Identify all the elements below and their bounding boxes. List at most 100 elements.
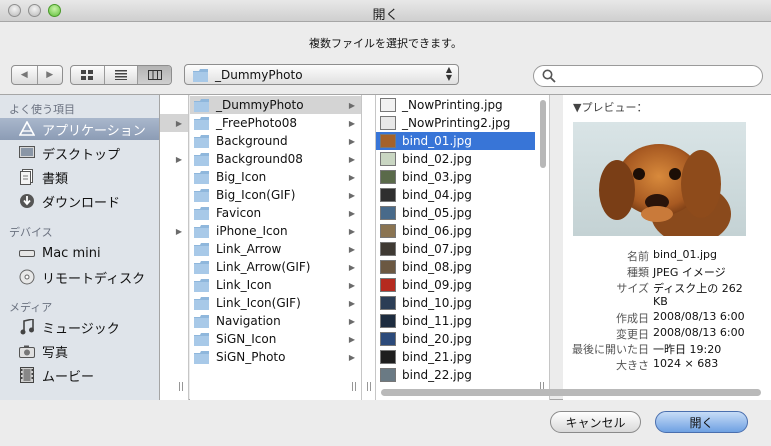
sidebar-item-downloads[interactable]: ダウンロード <box>0 190 159 212</box>
applications-icon <box>18 121 36 137</box>
meta-key: サイズ <box>616 282 649 295</box>
folder-row[interactable]: Big_Icon ▶ <box>190 168 361 186</box>
file-row[interactable]: bind_22.jpg <box>376 366 535 384</box>
folder-column[interactable]: || _DummyPhoto ▶ _FreePhoto08 ▶ Background ▶ B… <box>190 95 362 400</box>
folder-row[interactable]: Background ▶ <box>190 132 361 150</box>
file-row[interactable]: bind_06.jpg <box>376 222 535 240</box>
sidebar-item-remote-disc[interactable]: リモートディスク <box>0 266 159 288</box>
file-row[interactable]: bind_07.jpg <box>376 240 535 258</box>
file-row[interactable]: bind_11.jpg <box>376 312 535 330</box>
column-view-button[interactable] <box>138 66 171 84</box>
folder-icon <box>194 152 209 166</box>
icon-view-button[interactable] <box>71 66 105 84</box>
file-column-scrollbar[interactable] <box>540 100 546 168</box>
file-row[interactable]: bind_08.jpg <box>376 258 535 276</box>
back-button[interactable]: ◀ <box>12 66 38 84</box>
folder-row[interactable]: Link_Icon ▶ <box>190 276 361 294</box>
cancel-button[interactable]: キャンセル <box>550 411 641 433</box>
preview-heading: ▼プレビュー： <box>573 101 648 114</box>
sidebar-item-label: 写真 <box>42 345 69 361</box>
file-name: _NowPrinting2.jpg <box>402 116 511 130</box>
folder-row[interactable]: Background08 ▶ <box>190 150 361 168</box>
computer-icon <box>18 245 36 261</box>
open-dialog: 開く 複数ファイルを選択できます。 ◀ ▶ _DummyPhoto ▲ ▼ よく使… <box>0 0 771 446</box>
file-row[interactable]: _NowPrinting.jpg <box>376 96 535 114</box>
sidebar-item-label: ムービー <box>42 369 95 385</box>
parent-row[interactable]: ▶ <box>160 222 188 240</box>
folder-row[interactable]: Navigation ▶ <box>190 312 361 330</box>
folder-row[interactable]: Link_Icon(GIF) ▶ <box>190 294 361 312</box>
file-column[interactable]: || _NowPrinting.jpg _NowPrinting2.jpg bind… <box>376 95 550 400</box>
folder-row[interactable]: Big_Icon(GIF) ▶ <box>190 186 361 204</box>
column-resize-handle[interactable]: || <box>178 382 184 392</box>
chevron-right-icon: ▶ <box>348 244 355 254</box>
file-name: bind_20.jpg <box>402 332 472 346</box>
chevron-right-icon: ▶ <box>348 352 355 362</box>
parent-selected-row[interactable]: ▶ <box>160 114 188 132</box>
window-title: 開く <box>372 8 399 23</box>
image-thumbnail-icon <box>380 170 396 184</box>
browser-area: よく使う項目 アプリケーション デスクトップ 書類 ダウンロード デバイス Ma… <box>0 94 771 400</box>
sidebar: よく使う項目 アプリケーション デスクトップ 書類 ダウンロード デバイス Ma… <box>0 95 160 400</box>
search-field[interactable] <box>533 65 763 87</box>
file-row[interactable]: bind_05.jpg <box>376 204 535 222</box>
chevron-right-icon: ▶ <box>348 226 355 236</box>
meta-value: 2008/08/13 6:00 <box>653 310 745 323</box>
file-row[interactable]: bind_01.jpg <box>376 132 535 150</box>
file-row[interactable]: bind_03.jpg <box>376 168 535 186</box>
folder-icon <box>194 134 209 148</box>
horizontal-scrollbar[interactable] <box>381 389 761 396</box>
open-button[interactable]: 開く <box>655 411 748 433</box>
folder-name: Background08 <box>216 152 303 166</box>
folder-row[interactable]: Link_Arrow(GIF) ▶ <box>190 258 361 276</box>
file-row[interactable]: bind_20.jpg <box>376 330 535 348</box>
column-resize-handle[interactable]: || <box>351 382 357 392</box>
list-view-button[interactable] <box>105 66 139 84</box>
folder-column-gutter: || <box>362 95 376 400</box>
sidebar-item-applications[interactable]: アプリケーション <box>0 118 159 140</box>
file-name: bind_02.jpg <box>402 152 472 166</box>
folder-row[interactable]: Favicon ▶ <box>190 204 361 222</box>
sidebar-item-music[interactable]: ミュージック <box>0 316 159 338</box>
folder-icon <box>194 170 209 184</box>
file-row[interactable]: _NowPrinting2.jpg <box>376 114 535 132</box>
file-name: bind_11.jpg <box>402 314 472 328</box>
chevron-right-icon: ▶ <box>348 208 355 218</box>
forward-button[interactable]: ▶ <box>38 66 63 84</box>
column-resize-handle[interactable]: || <box>366 382 372 392</box>
file-row[interactable]: bind_21.jpg <box>376 348 535 366</box>
parent-column[interactable]: ▶ ▶ ▶ || <box>160 95 189 400</box>
disc-icon <box>18 269 36 285</box>
folder-row[interactable]: Link_Arrow ▶ <box>190 240 361 258</box>
sidebar-item-documents[interactable]: 書類 <box>0 166 159 188</box>
sidebar-item-label: 書類 <box>42 171 69 187</box>
location-popup[interactable]: _DummyPhoto ▲ ▼ <box>184 64 459 85</box>
meta-key: 変更日 <box>616 328 649 341</box>
location-label: _DummyPhoto <box>215 68 303 82</box>
folder-icon <box>193 69 208 82</box>
folder-icon <box>194 242 209 256</box>
file-name: bind_09.jpg <box>402 278 472 292</box>
folder-row[interactable]: iPhone_Icon ▶ <box>190 222 361 240</box>
folder-row[interactable]: SiGN_Icon ▶ <box>190 330 361 348</box>
meta-key: 大きさ <box>616 359 649 372</box>
parent-row[interactable]: ▶ <box>160 150 188 168</box>
documents-icon <box>18 169 36 185</box>
file-row[interactable]: bind_09.jpg <box>376 276 535 294</box>
file-row[interactable]: bind_04.jpg <box>376 186 535 204</box>
chevron-right-icon: ▶ <box>175 226 182 236</box>
folder-row[interactable]: SiGN_Photo ▶ <box>190 348 361 366</box>
image-thumbnail-icon <box>380 350 396 364</box>
folder-name: _DummyPhoto <box>216 98 304 112</box>
sidebar-item-mac-mini[interactable]: Mac mini <box>0 242 159 264</box>
chevron-right-icon: ▶ <box>348 154 355 164</box>
folder-row[interactable]: _DummyPhoto ▶ <box>190 96 361 114</box>
sidebar-heading-media: メディア <box>9 301 53 314</box>
file-row[interactable]: bind_10.jpg <box>376 294 535 312</box>
sidebar-item-movies[interactable]: ムービー <box>0 364 159 386</box>
sidebar-item-photos[interactable]: 写真 <box>0 340 159 362</box>
sidebar-item-desktop[interactable]: デスクトップ <box>0 142 159 164</box>
folder-name: Big_Icon(GIF) <box>216 188 296 202</box>
folder-row[interactable]: _FreePhoto08 ▶ <box>190 114 361 132</box>
file-row[interactable]: bind_02.jpg <box>376 150 535 168</box>
